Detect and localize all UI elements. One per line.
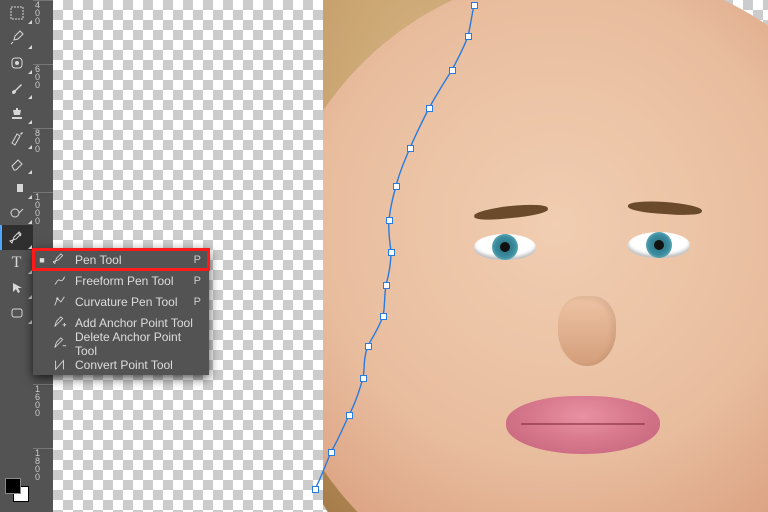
pen-tool-flyout: ■Pen ToolPFreeform Pen ToolPCurvature Pe…: [33, 249, 209, 375]
path-anchor-point[interactable]: [380, 313, 387, 320]
flyout-item-shortcut: P: [194, 254, 201, 266]
path-anchor-point[interactable]: [407, 145, 414, 152]
flyout-item-freeform[interactable]: Freeform Pen Tool P: [33, 270, 209, 291]
ruler-mark: 800: [33, 128, 53, 154]
rectangular-marquee-tool[interactable]: [0, 0, 33, 25]
flyout-item-label: Convert Point Tool: [75, 358, 194, 372]
ruler-mark: 1800: [33, 448, 53, 474]
gradient-tool[interactable]: [0, 175, 33, 200]
path-anchor-point[interactable]: [388, 249, 395, 256]
color-swatches[interactable]: [5, 474, 29, 512]
path-anchor-point[interactable]: [312, 486, 319, 493]
tools-panel: T: [0, 0, 33, 512]
brush-tool[interactable]: [0, 75, 33, 100]
flyout-item-pen[interactable]: ■ Pen Tool P: [33, 249, 209, 270]
flyout-item-pen-minus[interactable]: Delete Anchor Point Tool: [33, 333, 209, 354]
ruler-mark: 600: [33, 64, 53, 90]
flyout-item-label: Delete Anchor Point Tool: [75, 330, 194, 358]
path-anchor-point[interactable]: [426, 105, 433, 112]
path-anchor-point[interactable]: [393, 183, 400, 190]
path-anchor-point[interactable]: [383, 282, 390, 289]
path-anchor-point[interactable]: [386, 217, 393, 224]
type-tool[interactable]: T: [0, 250, 33, 275]
pen-icon: [52, 253, 68, 267]
flyout-item-convert[interactable]: Convert Point Tool: [33, 354, 209, 375]
path-selection-tool[interactable]: [0, 275, 33, 300]
pen-minus-icon: [52, 337, 68, 351]
path-anchor-point[interactable]: [449, 67, 456, 74]
active-indicator: ■: [39, 255, 45, 265]
flyout-item-curvature[interactable]: Curvature Pen Tool P: [33, 291, 209, 312]
flyout-item-label: Freeform Pen Tool: [75, 274, 187, 288]
flyout-item-shortcut: P: [194, 296, 201, 308]
eraser-tool[interactable]: [0, 150, 33, 175]
flyout-item-shortcut: P: [194, 275, 201, 287]
dodge-tool[interactable]: [0, 200, 33, 225]
ruler-mark: 1600: [33, 384, 53, 410]
image-subject: [323, 0, 768, 512]
pen-tool[interactable]: [0, 225, 33, 250]
pen-plus-icon: [52, 316, 68, 330]
path-anchor-point[interactable]: [471, 2, 478, 9]
ruler-mark: 400: [33, 0, 53, 26]
curvature-icon: [52, 295, 68, 309]
history-brush-tool[interactable]: [0, 125, 33, 150]
ruler-mark: 1000: [33, 192, 53, 218]
freeform-icon: [52, 274, 68, 288]
path-anchor-point[interactable]: [465, 33, 472, 40]
path-anchor-point[interactable]: [346, 412, 353, 419]
path-anchor-point[interactable]: [360, 375, 367, 382]
rectangle-shape-tool[interactable]: [0, 300, 33, 325]
flyout-item-label: Curvature Pen Tool: [75, 295, 187, 309]
path-anchor-point[interactable]: [328, 449, 335, 456]
flyout-item-label: Add Anchor Point Tool: [75, 316, 194, 330]
clone-stamp-tool[interactable]: [0, 100, 33, 125]
path-anchor-point[interactable]: [365, 343, 372, 350]
eyedropper-tool[interactable]: [0, 25, 33, 50]
healing-brush-tool[interactable]: [0, 50, 33, 75]
foreground-color-swatch[interactable]: [5, 478, 21, 494]
flyout-item-label: Pen Tool: [75, 253, 187, 267]
convert-icon: [52, 358, 68, 372]
